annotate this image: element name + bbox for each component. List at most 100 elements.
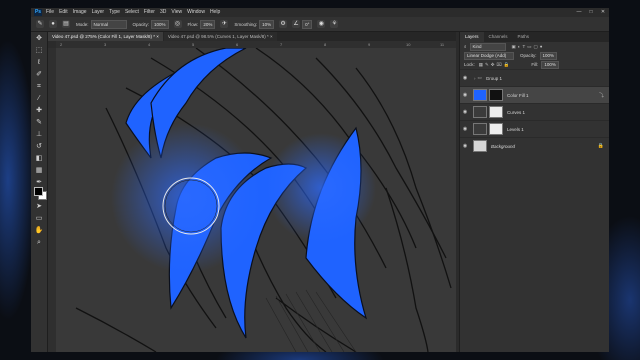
shape-icon[interactable]: ▭	[34, 214, 44, 224]
tab-paths[interactable]: Paths	[513, 32, 535, 42]
document-canvas[interactable]	[56, 48, 456, 352]
flow-field[interactable]: 20%	[200, 19, 216, 29]
visibility-icon[interactable]: ◉	[460, 75, 470, 81]
symmetry-icon[interactable]: ⚘	[330, 20, 339, 28]
mask-thumbnail[interactable]	[489, 89, 503, 101]
mask-thumbnail[interactable]	[489, 123, 503, 135]
blend-row: Linear Dodge (Add) Opacity: 100%	[460, 51, 609, 60]
menu-edit[interactable]: Edit	[59, 8, 68, 17]
menu-window[interactable]: Window	[187, 8, 205, 17]
lock-label: Lock:	[464, 62, 475, 67]
layer-opacity-field[interactable]: 100%	[539, 51, 558, 60]
fill-label: Fill:	[531, 62, 539, 67]
lasso-icon[interactable]: ℓ	[34, 58, 44, 68]
blue-glow	[266, 133, 376, 243]
pressure-size-icon[interactable]: ◉	[317, 20, 326, 28]
lock-row: Lock: ▦✎✥⌧🔒 Fill: 100%	[460, 60, 609, 69]
filter-icons[interactable]: ▣◐T▭▢●	[512, 44, 545, 50]
chevron-right-icon[interactable]: ›	[474, 76, 476, 81]
menu-filter[interactable]: Filter	[144, 8, 155, 17]
menu-view[interactable]: View	[171, 8, 182, 17]
ruler-number: 10	[406, 42, 411, 47]
visibility-icon[interactable]: ◉	[460, 92, 470, 98]
layer-row-curves[interactable]: ◉ Curves 1	[460, 103, 609, 120]
angle-icon[interactable]: ∠	[292, 20, 301, 28]
crop-icon[interactable]: ⌗	[34, 82, 44, 92]
airbrush-icon[interactable]: ✈	[220, 20, 229, 28]
ruler-number: 7	[280, 42, 283, 47]
visibility-icon[interactable]: ◉	[460, 143, 470, 149]
layer-name: Background	[491, 143, 516, 149]
close-button[interactable]: ✕	[597, 8, 609, 17]
foreground-color-swatch[interactable]	[34, 187, 43, 196]
smoothing-settings-icon[interactable]: ⚙	[279, 20, 288, 28]
flow-label: Flow:	[187, 21, 199, 27]
visibility-icon[interactable]: ◉	[460, 109, 470, 115]
gradient-icon[interactable]: ▦	[34, 166, 44, 176]
marquee-icon[interactable]: ⬚	[34, 46, 44, 56]
fill-field[interactable]: 100%	[541, 60, 559, 69]
stamp-icon[interactable]: ⊥	[34, 130, 44, 140]
zoom-icon[interactable]: ⌕	[34, 238, 44, 248]
minimize-button[interactable]: —	[573, 8, 585, 17]
panel-tabs: Layers Channels Paths	[460, 32, 609, 42]
smoothing-label: Smoothing:	[234, 21, 258, 27]
search-icon: ⌕	[464, 44, 467, 49]
layer-row-levels[interactable]: ◉ Levels 1	[460, 120, 609, 137]
hand-icon[interactable]: ✋	[34, 226, 44, 236]
path-select-icon[interactable]: ➤	[34, 202, 44, 212]
filter-row: ⌕ Kind ▣◐T▭▢●	[460, 42, 609, 51]
ruler-number: 11	[440, 42, 445, 47]
visibility-icon[interactable]: ◉	[460, 126, 470, 132]
pressure-opacity-icon[interactable]: ◎	[173, 20, 182, 28]
ruler-number: 8	[324, 42, 327, 47]
mask-thumbnail[interactable]	[489, 106, 503, 118]
ruler-number: 2	[60, 42, 63, 47]
clip-icon: ⤵	[598, 92, 604, 99]
menu-image[interactable]: Image	[73, 8, 87, 17]
layer-name: Color Fill 1	[507, 92, 529, 98]
eraser-icon[interactable]: ◧	[34, 154, 44, 164]
background-thumbnail	[473, 140, 487, 152]
brush-icon[interactable]: ✎	[34, 118, 44, 128]
levels-adjustment-icon	[473, 123, 487, 135]
layer-row-group[interactable]: ◉ › ▭ Group 1	[460, 69, 609, 86]
layers-panel: Layers Channels Paths ⌕ Kind ▣◐T▭▢● Line…	[459, 32, 609, 352]
brush-size-icon[interactable]: ●	[49, 20, 57, 28]
blend-mode-select[interactable]: Linear Dodge (Add)	[464, 51, 514, 60]
layer-row-color-fill[interactable]: ◉ Color Fill 1 ⤵	[460, 86, 609, 103]
opacity-label: Opacity:	[132, 21, 150, 27]
lock-icons[interactable]: ▦✎✥⌧🔒	[479, 62, 512, 68]
fill-thumbnail	[473, 89, 487, 101]
menu-help[interactable]: Help	[210, 8, 220, 17]
menu-layer[interactable]: Layer	[92, 8, 105, 17]
layer-row-background[interactable]: ◉ Background 🔒	[460, 137, 609, 154]
maximize-button[interactable]: □	[585, 8, 597, 17]
angle-field[interactable]: 0°	[302, 19, 313, 29]
ruler-number: 4	[148, 42, 151, 47]
brush-settings-icon[interactable]: ▤	[62, 20, 70, 28]
smoothing-field[interactable]: 10%	[259, 19, 275, 29]
app-logo: Ps	[34, 9, 42, 16]
tab-layers[interactable]: Layers	[460, 32, 484, 42]
menu-3d[interactable]: 3D	[160, 8, 166, 17]
opacity-field[interactable]: 100%	[151, 19, 169, 29]
menu-bar: Ps File Edit Image Layer Type Select Fil…	[31, 8, 609, 17]
menu-select[interactable]: Select	[125, 8, 139, 17]
doc-tab-2[interactable]: Video 47.psd @ 98.5% (Curves 1, Layer Ma…	[163, 32, 277, 41]
mode-label: Mode:	[76, 21, 89, 27]
quick-select-icon[interactable]: ✐	[34, 70, 44, 80]
eyedropper-icon[interactable]: ⁄	[34, 94, 44, 104]
menu-file[interactable]: File	[46, 8, 54, 17]
menu-type[interactable]: Type	[109, 8, 120, 17]
move-icon[interactable]: ✥	[34, 34, 44, 44]
doc-tab-1[interactable]: Video 47.psd @ 275% (Color Fill 1, Layer…	[48, 32, 163, 41]
healing-icon[interactable]: ✚	[34, 106, 44, 116]
layer-name: Curves 1	[507, 109, 526, 115]
kind-filter-select[interactable]: Kind	[469, 42, 506, 51]
brush-tool-preset-icon[interactable]: ✎	[36, 20, 44, 28]
history-brush-icon[interactable]: ↺	[34, 142, 44, 152]
tab-channels[interactable]: Channels	[484, 32, 513, 42]
ruler-number: 3	[104, 42, 107, 47]
mode-select[interactable]: Normal	[90, 19, 127, 29]
